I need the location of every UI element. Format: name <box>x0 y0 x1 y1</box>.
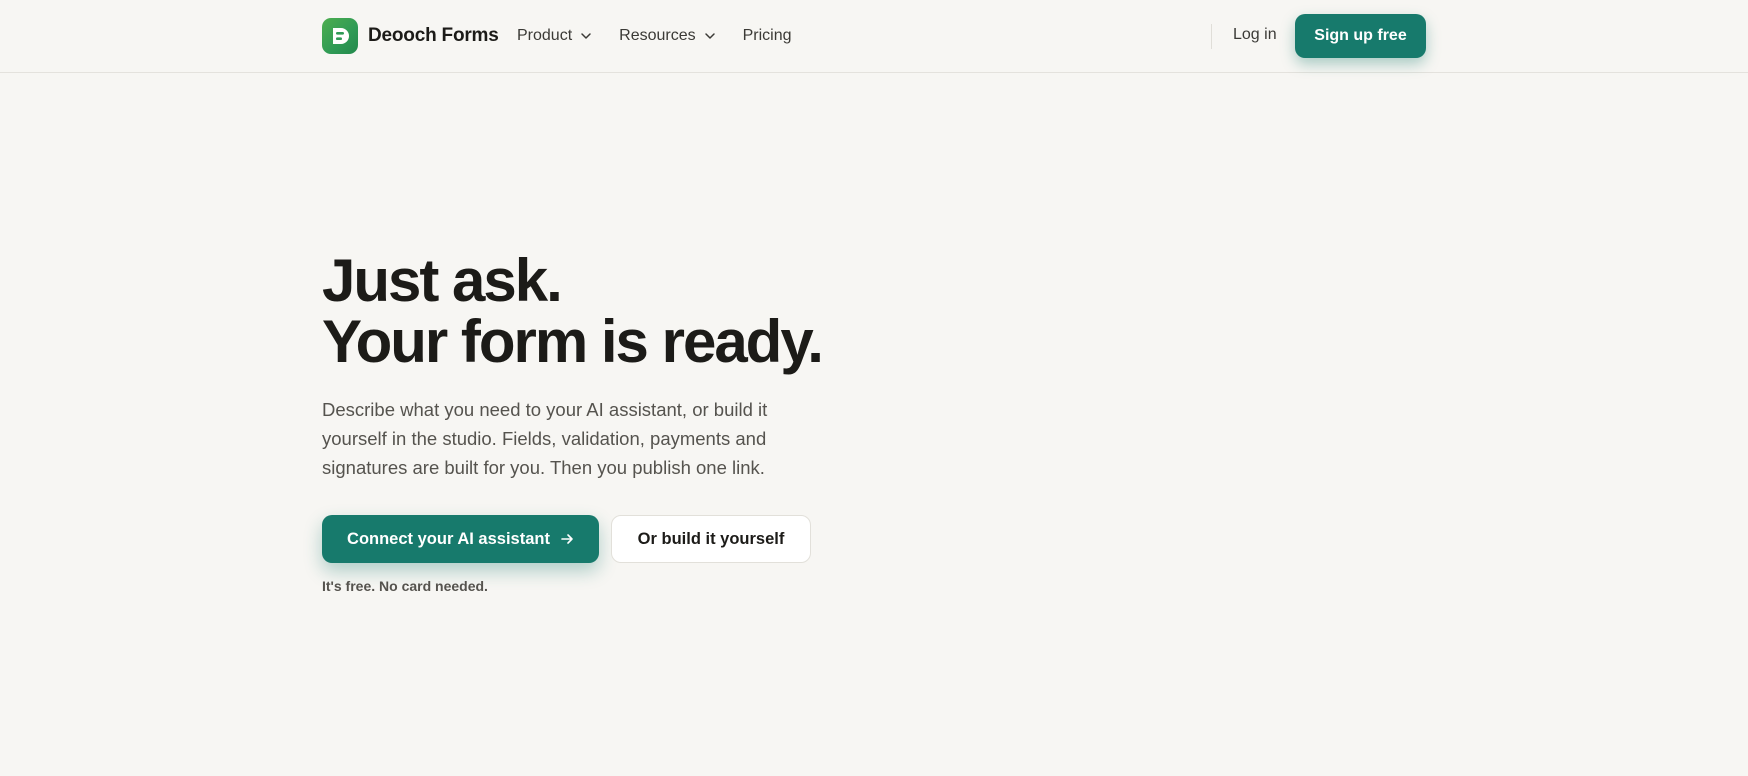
nav-item-label: Pricing <box>742 27 792 44</box>
top-navigation-bar: Deooch Forms Product Resources Pricing L… <box>0 0 1748 73</box>
nav-item-product[interactable]: Product <box>517 27 592 45</box>
headline-line-1: Just ask. <box>322 247 563 314</box>
chevron-down-icon <box>581 33 591 39</box>
brand-name: Deooch Forms <box>368 25 499 46</box>
arrow-right-icon <box>560 532 574 546</box>
brand-home-link[interactable]: Deooch Forms <box>322 18 499 54</box>
cta-row: Connect your AI assistant Or build it yo… <box>322 515 1022 563</box>
free-note: It's free. No card needed. <box>322 578 488 594</box>
hero-description: Describe what you need to your AI assist… <box>322 399 768 478</box>
chevron-down-icon <box>704 33 715 39</box>
nav-item-pricing[interactable]: Pricing <box>743 27 792 45</box>
connect-ai-assistant-label: Connect your AI assistant <box>347 529 550 548</box>
nav-item-label: Product <box>517 27 573 44</box>
connect-ai-assistant-button[interactable]: Connect your AI assistant <box>322 515 599 563</box>
header-divider <box>1211 24 1212 49</box>
headline-line-2: Your form is ready. <box>322 308 824 375</box>
primary-nav: Product Resources Pricing <box>517 24 819 48</box>
document-logo-icon <box>322 18 358 54</box>
hero-section: Just ask. Your form is ready. Describe w… <box>322 250 1022 594</box>
nav-item-label: Resources <box>619 27 696 44</box>
nav-item-resources[interactable]: Resources <box>619 27 715 45</box>
hero-headline: Just ask. Your form is ready. <box>322 250 1022 372</box>
build-it-yourself-button[interactable]: Or build it yourself <box>611 515 811 563</box>
login-link[interactable]: Log in <box>1233 26 1277 44</box>
signup-button[interactable]: Sign up free <box>1295 14 1426 58</box>
